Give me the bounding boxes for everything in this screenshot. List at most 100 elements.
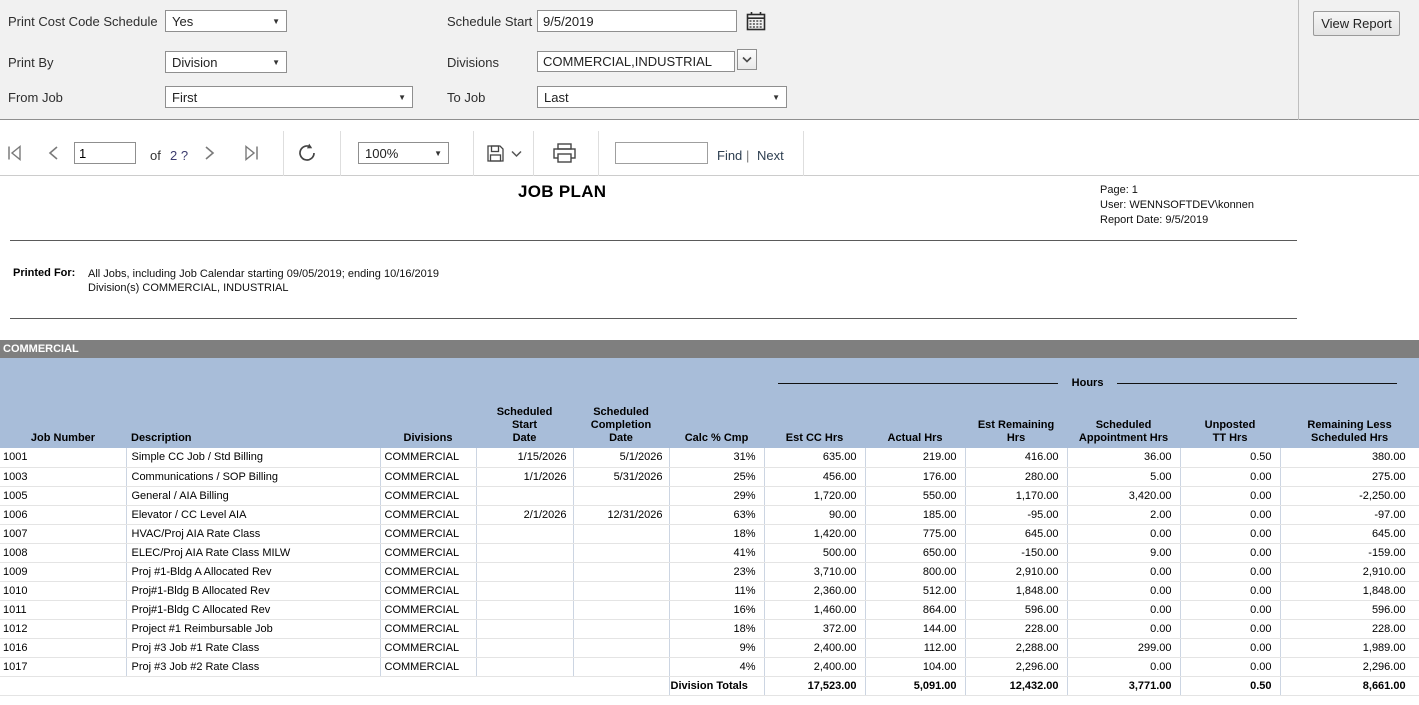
zoom-select[interactable]: 100% ▼ xyxy=(358,142,449,164)
table-cell: General / AIA Billing xyxy=(126,486,380,505)
table-cell xyxy=(476,562,573,581)
chevron-right-icon[interactable] xyxy=(203,146,216,160)
table-cell: Communications / SOP Billing xyxy=(126,467,380,486)
table-cell xyxy=(573,562,669,581)
table-cell: 219.00 xyxy=(865,448,965,467)
table-cell: 5/1/2026 xyxy=(573,448,669,467)
table-cell xyxy=(476,657,573,676)
table-cell: 90.00 xyxy=(764,505,865,524)
table-cell: -159.00 xyxy=(1280,543,1419,562)
table-cell: Proj #3 Job #2 Rate Class xyxy=(126,657,380,676)
table-cell: 2,296.00 xyxy=(965,657,1067,676)
chevron-left-icon[interactable] xyxy=(47,146,60,160)
table-cell xyxy=(476,638,573,657)
table-cell: 775.00 xyxy=(865,524,965,543)
table-row: 1003Communications / SOP BillingCOMMERCI… xyxy=(0,467,1419,486)
table-cell: 2.00 xyxy=(1067,505,1180,524)
view-report-button[interactable]: View Report xyxy=(1313,11,1400,36)
print-by-select[interactable]: Division ▼ xyxy=(165,51,287,73)
print-cost-code-schedule-value: Yes xyxy=(172,14,193,29)
find-input[interactable] xyxy=(615,142,708,164)
table-cell: 596.00 xyxy=(965,600,1067,619)
table-cell: 29% xyxy=(669,486,764,505)
table-cell: 9.00 xyxy=(1067,543,1180,562)
job-table-body: 1001Simple CC Job / Std BillingCOMMERCIA… xyxy=(0,448,1419,695)
table-cell: 0.00 xyxy=(1067,600,1180,619)
schedule-start-input[interactable] xyxy=(537,10,737,32)
table-cell: 104.00 xyxy=(865,657,965,676)
dropdown-arrow-icon: ▼ xyxy=(772,93,780,102)
table-cell: 380.00 xyxy=(1280,448,1419,467)
table-cell: 36.00 xyxy=(1067,448,1180,467)
column-header-row: Job NumberDescriptionDivisionsScheduled … xyxy=(0,404,1419,448)
column-header: Description xyxy=(126,404,380,448)
table-cell: 800.00 xyxy=(865,562,965,581)
table-cell: 18% xyxy=(669,619,764,638)
table-cell: 500.00 xyxy=(764,543,865,562)
column-header: Remaining Less Scheduled Hrs xyxy=(1280,404,1419,448)
table-cell: 176.00 xyxy=(865,467,965,486)
table-cell xyxy=(476,619,573,638)
column-header: Scheduled Appointment Hrs xyxy=(1067,404,1180,448)
table-cell: COMMERCIAL xyxy=(380,619,476,638)
printed-for-line: All Jobs, including Job Calendar startin… xyxy=(88,267,439,281)
totals-spacer xyxy=(0,676,669,695)
header-rule xyxy=(10,318,1297,319)
table-cell: 9% xyxy=(669,638,764,657)
divisions-input[interactable] xyxy=(537,51,735,72)
table-cell: 3,710.00 xyxy=(764,562,865,581)
first-page-icon[interactable] xyxy=(6,145,23,161)
table-cell xyxy=(573,524,669,543)
parameter-panel-divider xyxy=(1298,0,1299,120)
division-totals-label: Division Totals xyxy=(669,676,764,695)
table-cell: 1017 xyxy=(0,657,126,676)
division-total-value: 5,091.00 xyxy=(865,676,965,695)
to-job-select[interactable]: Last ▼ xyxy=(537,86,787,108)
table-row: 1017Proj #3 Job #2 Rate ClassCOMMERCIAL4… xyxy=(0,657,1419,676)
division-section-header: COMMERCIAL xyxy=(0,340,1419,358)
table-cell: COMMERCIAL xyxy=(380,657,476,676)
table-row: 1008ELEC/Proj AIA Rate Class MILWCOMMERC… xyxy=(0,543,1419,562)
table-cell: 2,400.00 xyxy=(764,638,865,657)
table-row: 1007HVAC/Proj AIA Rate ClassCOMMERCIAL18… xyxy=(0,524,1419,543)
table-cell: 0.00 xyxy=(1067,524,1180,543)
dropdown-arrow-icon: ▼ xyxy=(398,93,406,102)
next-link[interactable]: Next xyxy=(757,148,784,163)
table-cell: 1,170.00 xyxy=(965,486,1067,505)
to-job-value: Last xyxy=(544,90,569,105)
table-cell: 1012 xyxy=(0,619,126,638)
refresh-icon[interactable] xyxy=(295,141,319,165)
current-page-input[interactable] xyxy=(74,142,136,164)
find-link[interactable]: Find xyxy=(717,148,742,163)
column-header: Actual Hrs xyxy=(865,404,965,448)
table-cell xyxy=(476,486,573,505)
table-row: 1009Proj #1-Bldg A Allocated RevCOMMERCI… xyxy=(0,562,1419,581)
hours-rule-left xyxy=(778,383,1058,384)
table-cell: 456.00 xyxy=(764,467,865,486)
table-cell: COMMERCIAL xyxy=(380,486,476,505)
table-cell: 650.00 xyxy=(865,543,965,562)
last-page-icon[interactable] xyxy=(243,145,260,161)
calendar-icon[interactable] xyxy=(746,11,766,31)
print-cost-code-schedule-label: Print Cost Code Schedule xyxy=(8,14,158,29)
save-icon[interactable] xyxy=(486,144,505,163)
schedule-start-label: Schedule Start xyxy=(447,14,532,29)
table-cell: 596.00 xyxy=(1280,600,1419,619)
table-cell: 2,910.00 xyxy=(965,562,1067,581)
table-cell: 18% xyxy=(669,524,764,543)
print-icon[interactable] xyxy=(552,143,577,164)
save-chevron-down-icon[interactable] xyxy=(511,150,522,158)
print-cost-code-schedule-select[interactable]: Yes ▼ xyxy=(165,10,287,32)
divisions-chevron-down-icon[interactable] xyxy=(737,49,757,70)
table-cell: 372.00 xyxy=(764,619,865,638)
table-cell: 0.00 xyxy=(1180,467,1280,486)
column-header: Unposted TT Hrs xyxy=(1180,404,1280,448)
table-cell: 0.00 xyxy=(1180,638,1280,657)
table-cell: 5.00 xyxy=(1067,467,1180,486)
from-job-select[interactable]: First ▼ xyxy=(165,86,413,108)
to-job-label: To Job xyxy=(447,90,485,105)
table-cell: 1011 xyxy=(0,600,126,619)
table-cell: 0.00 xyxy=(1180,562,1280,581)
table-cell: 1006 xyxy=(0,505,126,524)
toolbar-divider xyxy=(473,131,474,176)
